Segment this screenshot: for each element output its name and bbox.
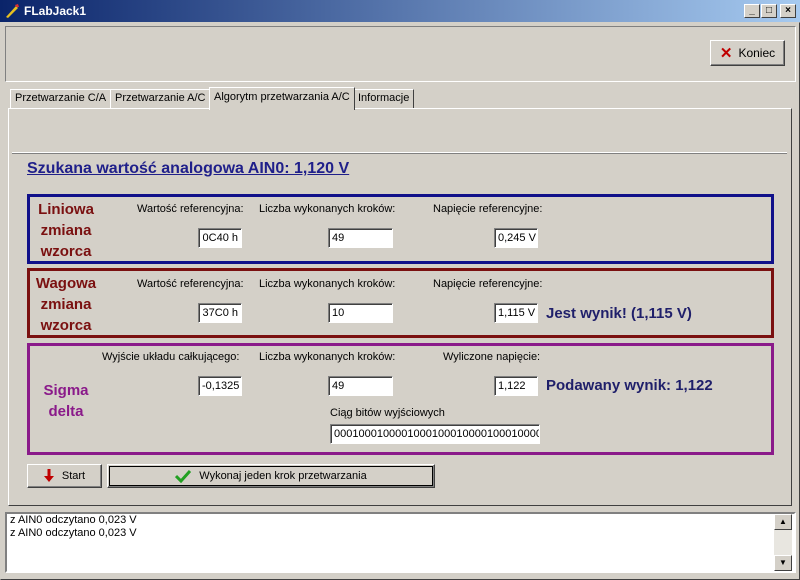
tab-ad-conversion[interactable]: Przetwarzanie A/C [110,89,211,108]
title-bar[interactable] [0,0,800,22]
weight-title-line-1: Wagowa [35,275,97,292]
linear-title-line-3: wzorca [40,243,92,260]
app-icon [6,4,19,18]
scroll-up-icon[interactable]: ▲ [774,514,792,530]
weight-ref-value-label: Wartość referencyjna: [137,278,244,290]
sigma-title-line-2: delta [48,403,84,420]
linear-steps-label: Liczba wykonanych kroków: [259,203,396,215]
integrator-field[interactable]: -0,1325 [198,376,242,396]
sigma-steps-field[interactable]: 49 [328,376,393,396]
weight-group-title: Wagowa zmiana wzorca [30,273,102,336]
log-line: z AIN0 odczytano 0,023 V [10,514,137,526]
bits-field[interactable]: 0001000100001000100010000100010000100 [330,424,540,444]
linear-ref-value-label: Wartość referencyjna: [137,203,244,215]
computed-voltage-label: Wyliczone napięcie: [443,351,541,363]
log-line: z AIN0 odczytano 0,023 V [10,527,137,539]
weight-steps-field[interactable]: 10 [328,303,393,323]
tab-da-conversion[interactable]: Przetwarzanie C/A [10,89,112,108]
sigma-title-line-1: Sigma [43,382,89,399]
tab-ad-algorithm[interactable]: Algorytm przetwarzania A/C [209,87,355,110]
linear-steps-field[interactable]: 49 [328,228,393,248]
exit-button-label: Koniec [738,46,776,60]
linear-ref-value-field[interactable]: 0C40 h [198,228,242,248]
window-title: FLabJack1 [24,4,87,18]
weight-ref-value-field[interactable]: 37C0 h [198,303,242,323]
close-x-icon: ✕ [719,45,733,62]
page-title: Szukana wartość analogowa AIN0: 1,120 V [27,160,350,177]
top-panel [5,26,796,82]
sigma-result: Podawany wynik: 1,122 [546,377,713,394]
integrator-label: Wyjście układu całkującego: [102,351,240,363]
tab-info[interactable]: Informacje [353,89,415,108]
sigma-steps-label: Liczba wykonanych kroków: [259,351,396,363]
linear-group-title: Liniowa zmiana wzorca [30,199,102,262]
linear-title-line-2: zmiana [40,222,92,239]
weight-ref-voltage-label: Napięcie referencyjne: [433,278,543,290]
step-button-label: Wykonaj jeden krok przetwarzania [199,470,367,482]
maximize-button[interactable]: □ [761,4,777,18]
down-arrow-icon [43,469,54,482]
weight-steps-label: Liczba wykonanych kroków: [259,278,396,290]
weight-title-line-3: wzorca [40,317,92,334]
linear-ref-voltage-field[interactable]: 0,245 V [494,228,538,248]
step-button[interactable]: Wykonaj jeden krok przetwarzania [107,464,435,488]
linear-ref-voltage-label: Napięcie referencyjne: [433,203,543,215]
window-close-button[interactable]: × [780,4,796,18]
checkmark-icon [175,469,192,483]
start-button-label: Start [61,470,86,482]
inner-panel [12,113,787,153]
weight-ref-voltage-field[interactable]: 1,115 V [494,303,538,323]
minimize-button[interactable]: _ [744,4,760,18]
exit-button[interactable]: ✕ Koniec [710,40,785,66]
weight-title-line-2: zmiana [40,296,92,313]
linear-title-line-1: Liniowa [38,201,94,218]
start-button[interactable]: Start [27,464,102,488]
bits-label: Ciąg bitów wyjściowych [330,407,445,419]
scroll-down-icon[interactable]: ▼ [774,555,792,571]
sigma-group-title: Sigma delta [30,380,102,422]
computed-voltage-field[interactable]: 1,122 [494,376,538,396]
weight-result: Jest wynik! (1,115 V) [546,305,692,322]
